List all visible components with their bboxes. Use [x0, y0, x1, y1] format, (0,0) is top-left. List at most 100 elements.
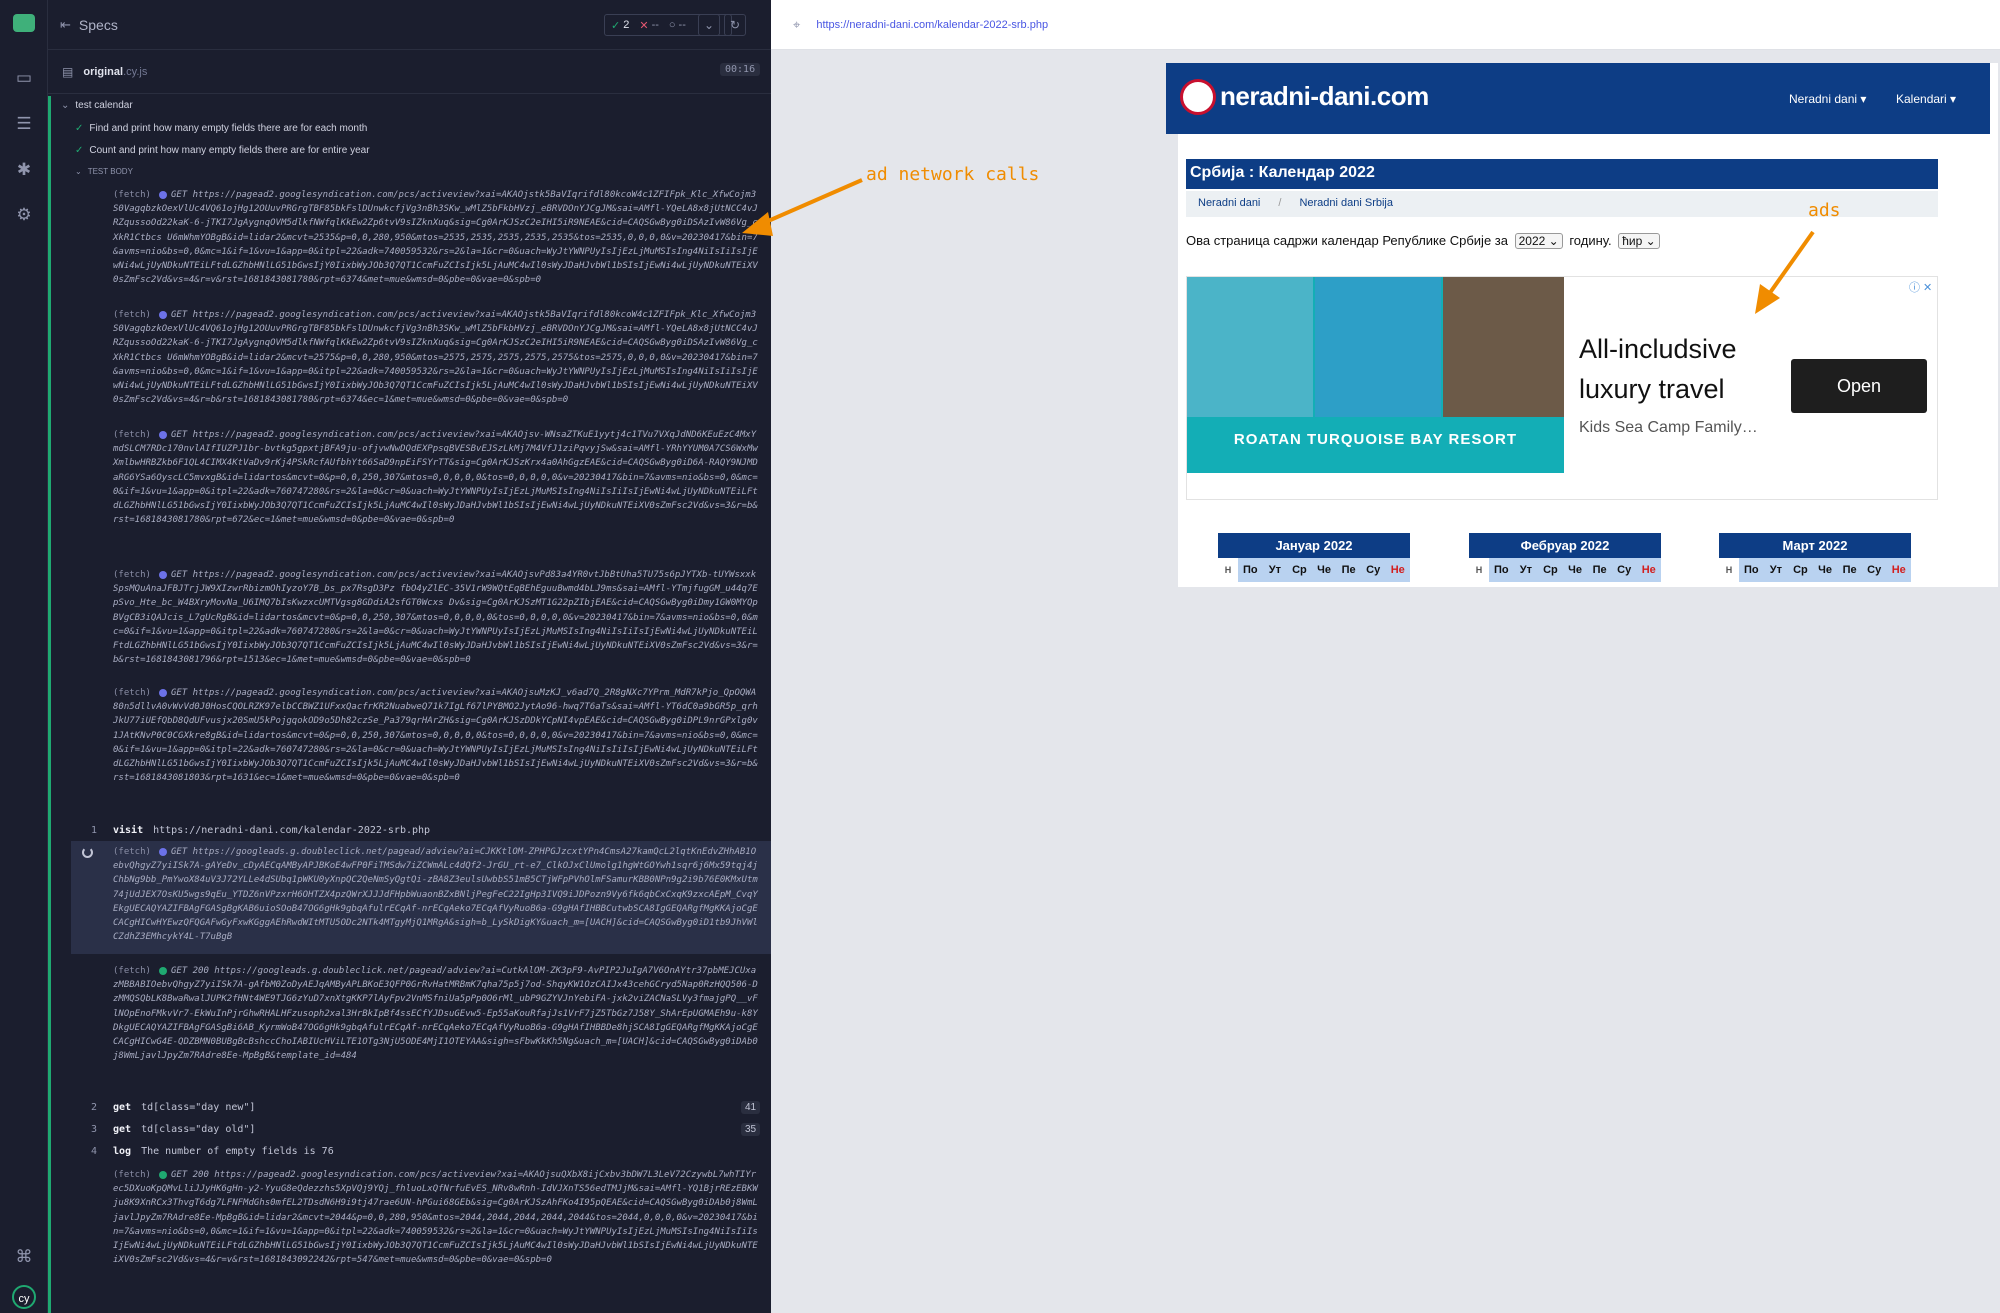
fetch-url: https://pagead2.googlesyndication.com/pc… [113, 688, 758, 784]
app-under-test: ⌖ https://neradni-dani.com/kalendar-2022… [771, 0, 2000, 1313]
command-fetch[interactable]: (fetch) GET https://pagead2.googlesyndica… [113, 568, 761, 667]
ad-banner-text: ROATAN TURQUOISE BAY RESORT [1233, 431, 1518, 448]
command-number: 2 [91, 1102, 98, 1113]
week-label: Н [1218, 558, 1238, 582]
collapse-icon[interactable]: ⇤ [60, 17, 71, 33]
weekday-row: Н По Ут Ср Че Пе Су Не [1719, 558, 1911, 582]
script-select[interactable]: ћир ⌄ [1618, 233, 1660, 249]
suite-row[interactable]: ⌄ test calendar [61, 100, 133, 111]
settings-icon[interactable]: ⚙ [12, 203, 36, 227]
weekday: Че [1818, 564, 1832, 576]
command-keyword: get [113, 1124, 132, 1135]
pending-dot-icon [158, 190, 167, 199]
annotation-ads: ads [1808, 200, 1841, 221]
check-icon: ✓ [75, 123, 84, 134]
command-fetch[interactable]: (fetch) GET https://pagead2.googlesyndica… [113, 686, 761, 785]
fetch-url: https://pagead2.googlesyndication.com/pc… [113, 1170, 758, 1266]
chevron-down-icon: ⌄ [1548, 234, 1559, 248]
fetch-method: GET [170, 190, 188, 200]
fetch-url: https://pagead2.googlesyndication.com/pc… [113, 190, 758, 286]
cypress-logo-icon[interactable] [13, 14, 35, 32]
success-dot-icon [158, 966, 167, 975]
ad-open-button[interactable]: Open [1791, 359, 1927, 413]
caret-down-icon: ▾ [1950, 92, 1957, 106]
command-log[interactable]: log The number of empty fields is 76 [113, 1146, 334, 1157]
year-select[interactable]: 2022 ⌄ [1514, 233, 1563, 249]
command-number: 3 [91, 1124, 98, 1135]
spec-duration: 00:16 [720, 63, 761, 76]
weekday: Ут [1769, 564, 1782, 576]
weekday: Су [1617, 564, 1632, 576]
command-arg: The number of empty fields is 76 [141, 1146, 334, 1157]
serbia-flag-logo-icon[interactable] [1180, 79, 1216, 115]
specs-list-icon[interactable]: ☰ [12, 112, 36, 136]
command-log-panel: ⇤ Specs ✓ 2 ✕ -- ○ -- ⌄ ↻ ▤ original .cy.… [48, 0, 771, 1313]
diver-photo-icon [1443, 277, 1564, 417]
site-page: neradni-dani.com Neradni dani ▾ Kalendar… [1166, 63, 1998, 587]
element-count-badge: 41 [741, 1101, 761, 1114]
fetch-method: GET 200 [170, 1170, 209, 1180]
command-fetch[interactable]: (fetch) GET 200 https://googleads.g.doubl… [113, 964, 761, 1063]
crosshair-icon[interactable]: ⌖ [793, 17, 800, 33]
command-keyword: get [113, 1102, 132, 1113]
command-visit[interactable]: visit https://neradni-dani.com/kalendar-2… [113, 825, 430, 836]
fetch-label: (fetch) [113, 1170, 151, 1180]
ad-subtext[interactable]: Kids Sea Camp Family… [1579, 419, 1758, 437]
passed-count: 2 [623, 19, 630, 31]
command-get[interactable]: get td[class="day old"] [113, 1124, 255, 1135]
month-header: Фебруар 2022 [1469, 533, 1661, 558]
nav-neradni-dani[interactable]: Neradni dani ▾ [1789, 92, 1866, 106]
visit-url: https://neradni-dani.com/kalendar-2022-s… [153, 825, 431, 836]
url-bar: ⌖ https://neradni-dani.com/kalendar-2022… [771, 0, 2000, 50]
nav-kalendari[interactable]: Kalendari ▾ [1896, 92, 1956, 106]
fetch-url: https://pagead2.googlesyndication.com/pc… [113, 570, 758, 666]
breadcrumb-link[interactable]: Neradni dani Srbija [1299, 197, 1393, 209]
command-get[interactable]: get td[class="day new"] [113, 1102, 255, 1113]
weekday: По [1743, 564, 1759, 576]
check-icon: ✓ [75, 145, 84, 156]
command-fetch[interactable]: (fetch) GET https://pagead2.googlesyndica… [113, 308, 761, 407]
weekday-sunday: Не [1641, 564, 1656, 576]
weekday: По [1493, 564, 1509, 576]
ad-headline[interactable]: All-includsive luxury travel [1579, 329, 1779, 409]
resort-photo-icon [1315, 277, 1441, 417]
command-fetch[interactable]: (fetch) GET https://googleads.g.doublecli… [113, 845, 761, 944]
command-fetch[interactable]: (fetch) GET 200 https://pagead2.googlesyn… [113, 1168, 761, 1267]
weekday-row: Н По Ут Ср Че Пе Су Не [1469, 558, 1661, 582]
breadcrumb-link[interactable]: Neradni dani [1198, 197, 1260, 209]
cypress-cy-icon[interactable]: cy [12, 1285, 36, 1309]
month-header: Јануар 2022 [1218, 533, 1410, 558]
test-row[interactable]: ✓ Find and print how many empty fields th… [75, 123, 367, 134]
keyboard-shortcuts-icon[interactable]: ⌘ [12, 1245, 36, 1269]
annotation-ad-network-calls: ad network calls [866, 164, 1040, 185]
ad-info-close-icon[interactable]: ⓘ ✕ [1909, 279, 1932, 295]
spinner-icon [82, 847, 93, 858]
chevron-down-icon[interactable]: ⌄ [698, 14, 720, 36]
test-row[interactable]: ✓ Count and print how many empty fields t… [75, 145, 370, 156]
site-navbar: neradni-dani.com Neradni dani ▾ Kalendar… [1166, 63, 1990, 134]
ad-image[interactable]: ROATAN TURQUOISE BAY RESORT [1187, 277, 1564, 473]
command-fetch[interactable]: (fetch) GET https://pagead2.googlesyndica… [113, 428, 761, 527]
weekday: Ут [1519, 564, 1532, 576]
weekday: Су [1366, 564, 1381, 576]
weekday: Ср [1543, 564, 1558, 576]
rerun-icon[interactable]: ↻ [724, 14, 746, 36]
pending-dot-icon [158, 688, 167, 697]
fetch-label: (fetch) [113, 310, 151, 320]
spec-file-row[interactable]: ▤ original .cy.js [48, 50, 771, 94]
command-fetch[interactable]: (fetch) GET https://pagead2.googlesyndica… [113, 188, 761, 287]
test-body-row[interactable]: ⌄ TEST BODY [75, 167, 133, 176]
pending-dot-icon [158, 570, 167, 579]
fetch-url: https://pagead2.googlesyndication.com/pc… [113, 430, 758, 526]
success-dot-icon [158, 1170, 167, 1179]
browser-icon[interactable]: ▭ [12, 66, 36, 90]
weekday: Пе [1592, 564, 1607, 576]
weekday: Пе [1341, 564, 1356, 576]
command-number: 4 [91, 1146, 98, 1157]
aut-url[interactable]: https://neradni-dani.com/kalendar-2022-s… [816, 19, 1048, 31]
command-keyword: log [113, 1146, 132, 1157]
ad-banner[interactable]: ROATAN TURQUOISE BAY RESORT All-includsi… [1186, 276, 1938, 500]
debug-icon[interactable]: ✱ [12, 158, 36, 182]
site-brand[interactable]: neradni-dani.com [1220, 81, 1429, 112]
weekday-sunday: Не [1891, 564, 1906, 576]
